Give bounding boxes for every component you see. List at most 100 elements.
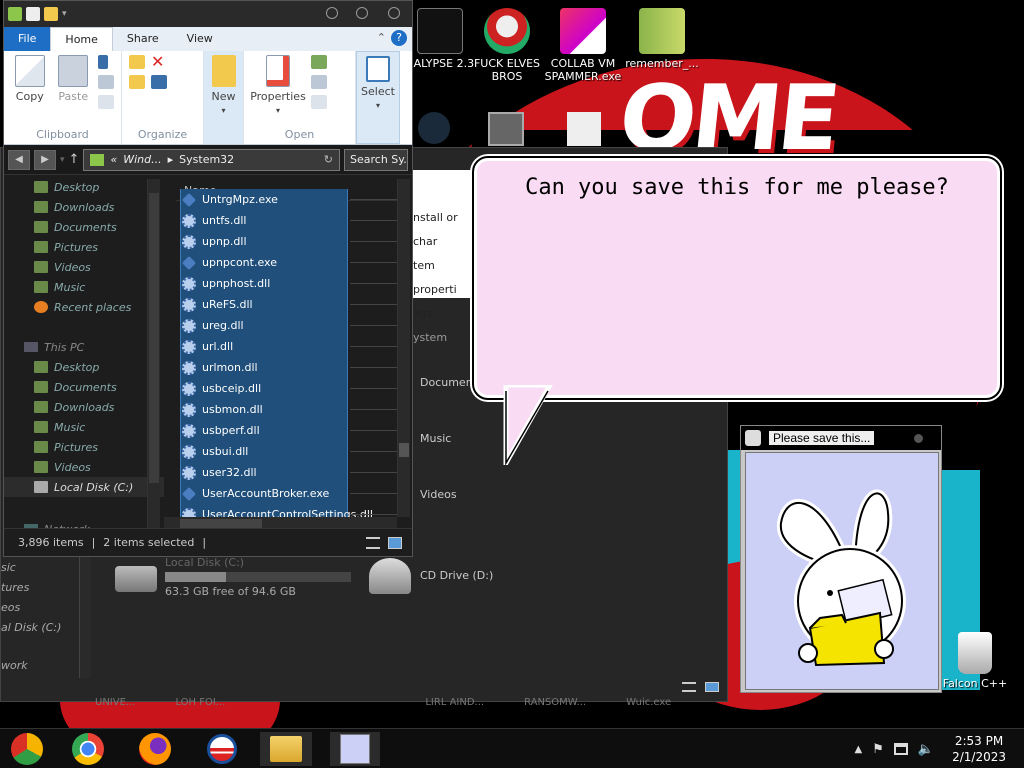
recent-locations-icon[interactable]: ▾ [60,155,65,165]
desktop-icon-stack[interactable] [488,112,524,146]
close-button[interactable] [388,7,400,19]
view-details-icon[interactable] [682,682,696,692]
bunny-window-titlebar[interactable]: Please save this... [741,426,941,450]
file-row[interactable]: user32.dll [176,462,402,483]
chevron-down-icon[interactable]: ▾ [62,9,67,19]
nav-desktop[interactable]: Desktop [4,177,164,197]
maximize-button[interactable] [356,7,368,19]
open-icon[interactable] [311,55,327,69]
help-icon[interactable]: ? [391,30,407,46]
file-list-scrollbar[interactable] [397,179,410,517]
refresh-icon[interactable]: ↻ [324,153,333,166]
show-hidden-icons[interactable]: ▲ [855,744,863,755]
bg-folder-music[interactable]: Music [420,432,451,445]
bunny-window[interactable]: Please save this... [740,425,942,693]
file-row[interactable]: UserAccountBroker.exe [176,483,402,504]
view-tiles-icon[interactable] [388,536,402,549]
address-bar[interactable]: « Wind... ▸ System32 ↻ [83,148,340,171]
flag-icon[interactable]: ⚑ [872,742,884,757]
file-row[interactable]: usbui.dll [176,441,402,462]
edit-icon[interactable] [311,75,327,89]
collapse-ribbon-icon[interactable]: ⌃ [377,31,386,44]
file-row[interactable]: upnphost.dll [176,273,402,294]
nav-music[interactable]: Music [4,277,164,297]
scrollbar-thumb[interactable] [399,443,409,457]
desktop-icon-falcon-cpp[interactable]: Falcon C++ [935,632,1015,690]
taskbar-file-explorer[interactable] [260,732,312,766]
view-details-icon[interactable] [366,536,380,549]
bg-drive-local-disk[interactable]: Local Disk (C:) 63.3 GB free of 94.6 GB [165,556,365,598]
volume-icon[interactable]: 🔈 [918,742,934,757]
nav-pc-downloads[interactable]: Downloads [4,397,164,417]
breadcrumb-system32[interactable]: System32 [179,153,234,166]
desktop-icon-collab-vm-spammer[interactable]: COLLAB VM SPAMMER.exe [543,8,623,83]
file-row[interactable]: UntrgMpz.exe [176,189,402,210]
nav-downloads[interactable]: Downloads [4,197,164,217]
tab-file[interactable]: File [4,27,51,51]
nav-pc-music[interactable]: Music [4,417,164,437]
scrollbar-thumb[interactable] [149,193,159,483]
file-row[interactable]: upnp.dll [176,231,402,252]
properties-button[interactable]: Properties ▾ [248,55,308,115]
bg-folder-documents[interactable]: Document [420,376,477,389]
nav-videos[interactable]: Videos [4,257,164,277]
taskbar-obama-logo[interactable] [200,732,244,766]
file-explorer-window[interactable]: ▾ File Home Share View ⌃ ? Copy Paste Cl… [3,0,413,557]
delete-icon[interactable]: ✕ [151,54,167,70]
minimize-button[interactable] [326,7,338,19]
scrollbar-thumb[interactable] [180,519,262,528]
tab-share[interactable]: Share [113,27,173,51]
file-row[interactable]: ureg.dll [176,315,402,336]
select-button[interactable]: Select ▾ [357,56,399,110]
taskbar-chrome[interactable] [66,732,110,766]
desktop-icon-arch[interactable] [418,112,450,144]
tab-view[interactable]: View [173,27,227,51]
navigation-scrollbar[interactable] [147,179,160,531]
file-row[interactable]: usbceip.dll [176,378,402,399]
close-button[interactable] [914,433,923,443]
file-row[interactable]: uReFS.dll [176,294,402,315]
nav-pc-desktop[interactable]: Desktop [4,357,164,377]
network-icon[interactable] [893,743,908,755]
cut-icon[interactable] [98,55,108,69]
nav-pc-documents[interactable]: Documents [4,377,164,397]
taskbar-chrome-canary[interactable] [5,732,49,766]
desktop-icon-remember[interactable]: remember_... [622,8,702,70]
file-row[interactable]: url.dll [176,336,402,357]
copy-path-icon[interactable] [98,75,114,89]
search-input[interactable]: Search Sy... [344,148,408,171]
file-row[interactable]: urlmon.dll [176,357,402,378]
taskbar-bunny-app[interactable] [330,732,380,766]
file-row[interactable]: upnpcont.exe [176,252,402,273]
desktop-icon-fuck-elves-bros[interactable]: FUCK ELVES BROS [467,8,547,83]
forward-button[interactable]: ▶ [34,149,56,170]
new-folder-icon[interactable] [44,7,58,21]
bg-drive-cd[interactable]: CD Drive (D:) [420,569,493,582]
tab-home[interactable]: Home [50,27,113,51]
nav-this-pc[interactable]: This PC [4,337,164,357]
desktop-icon-document[interactable] [567,112,601,146]
system-clock[interactable]: 2:53 PM 2/1/2023 [952,733,1006,765]
nav-pc-videos[interactable]: Videos [4,457,164,477]
file-row[interactable]: UserAccountControlSettings.dll [176,504,402,517]
taskbar-firefox[interactable] [133,732,177,766]
rename-icon[interactable] [151,75,167,89]
move-to-icon[interactable] [129,55,145,69]
file-row[interactable]: usbperf.dll [176,420,402,441]
back-button[interactable]: ◀ [8,149,30,170]
copy-to-icon[interactable] [129,75,145,89]
nav-documents[interactable]: Documents [4,217,164,237]
nav-local-disk[interactable]: Local Disk (C:) [4,477,164,497]
copy-button[interactable]: Copy [8,55,52,103]
nav-pictures[interactable]: Pictures [4,237,164,257]
properties-icon[interactable] [26,7,40,21]
new-button[interactable]: New ▾ [205,55,243,115]
bg-folder-videos[interactable]: Videos [420,488,457,501]
up-arrow-icon[interactable]: ↑ [69,152,80,167]
view-tiles-icon[interactable] [705,682,719,692]
breadcrumb-root[interactable]: Wind... [123,153,161,166]
file-row[interactable]: usbmon.dll [176,399,402,420]
file-row[interactable]: untfs.dll [176,210,402,231]
paste-shortcut-icon[interactable] [98,95,114,109]
nav-recent-places[interactable]: Recent places [4,297,164,317]
